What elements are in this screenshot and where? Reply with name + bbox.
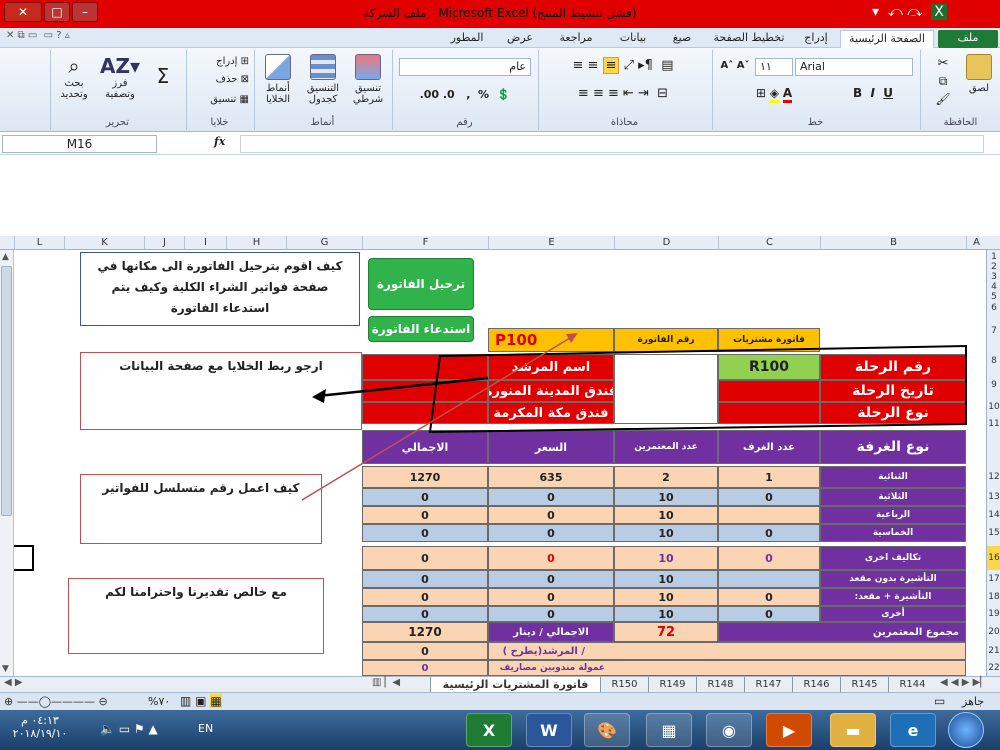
sheet-tab-r149[interactable]: R149: [648, 677, 696, 692]
language-indicator[interactable]: EN: [198, 722, 213, 735]
freeform-outline: [428, 344, 967, 434]
arrowhead-red: [566, 333, 578, 343]
zoom-slider[interactable]: ⊕ ——◯———— ⊖: [4, 695, 108, 708]
start-button[interactable]: [948, 712, 984, 748]
status-bar: ⊕ ——◯———— ⊖ %٧٠ ▥ ▣ ▦ ▭ جاهز: [0, 692, 1000, 710]
ready-status: جاهز: [962, 695, 985, 708]
clock-time: ٠٤:١٣ م: [21, 714, 59, 727]
arrowhead-left: [312, 389, 326, 403]
sheet-tab-r150[interactable]: R150: [600, 677, 648, 692]
windows-taskbar: ٠٤:١٣ م ٢٠١٨/١٩/١٠ 🔈 ▭ ⚑ ▲ EN X W 🎨 ▦ ◉ ▶…: [0, 710, 1000, 750]
paint-taskbar-icon[interactable]: 🎨: [584, 713, 630, 747]
excel-taskbar-icon[interactable]: X: [466, 713, 512, 747]
sheet-tab-r146[interactable]: R146: [792, 677, 840, 692]
view-buttons[interactable]: ▥ ▣ ▦: [180, 694, 222, 708]
zoom-level[interactable]: %٧٠: [148, 695, 170, 708]
media-player-taskbar-icon[interactable]: ▶: [766, 713, 812, 747]
sheet-nav-arrows[interactable]: ◀ ◀ ▶ ▶▏: [940, 677, 988, 688]
chrome-taskbar-icon[interactable]: ◉: [706, 713, 752, 747]
explorer-taskbar-icon[interactable]: ▬: [830, 713, 876, 747]
sheet-tab-main-invoice[interactable]: فاتورة المشتريات الرئيسية: [430, 677, 600, 692]
tab-split-handle[interactable]: ▥ ▏◀: [372, 677, 422, 692]
clock[interactable]: ٠٤:١٣ م ٢٠١٨/١٩/١٠: [10, 714, 70, 740]
hscroll-arrows[interactable]: ◀ ▶: [4, 677, 23, 688]
tray-icons[interactable]: 🔈 ▭ ⚑ ▲: [100, 722, 158, 736]
sheet-tab-bar: ◀ ▶ ▥ ▏◀ فاتورة المشتريات الرئيسية R150 …: [0, 676, 1000, 692]
word-taskbar-icon[interactable]: W: [526, 713, 572, 747]
sheet-tab-r148[interactable]: R148: [696, 677, 744, 692]
drawing-shapes: [301, 333, 967, 501]
sheet-tab-r144[interactable]: R144: [888, 677, 936, 692]
macro-record-icon[interactable]: ▭: [934, 694, 945, 708]
clock-date: ٢٠١٨/١٩/١٠: [12, 727, 68, 740]
sheet-tab-r145[interactable]: R145: [840, 677, 888, 692]
arrow-serial-to-p100: [301, 337, 571, 501]
arrow-to-note-link: [317, 376, 489, 398]
ie-taskbar-icon[interactable]: e: [890, 713, 936, 747]
calculator-taskbar-icon[interactable]: ▦: [646, 713, 692, 747]
sheet-tab-r147[interactable]: R147: [744, 677, 792, 692]
